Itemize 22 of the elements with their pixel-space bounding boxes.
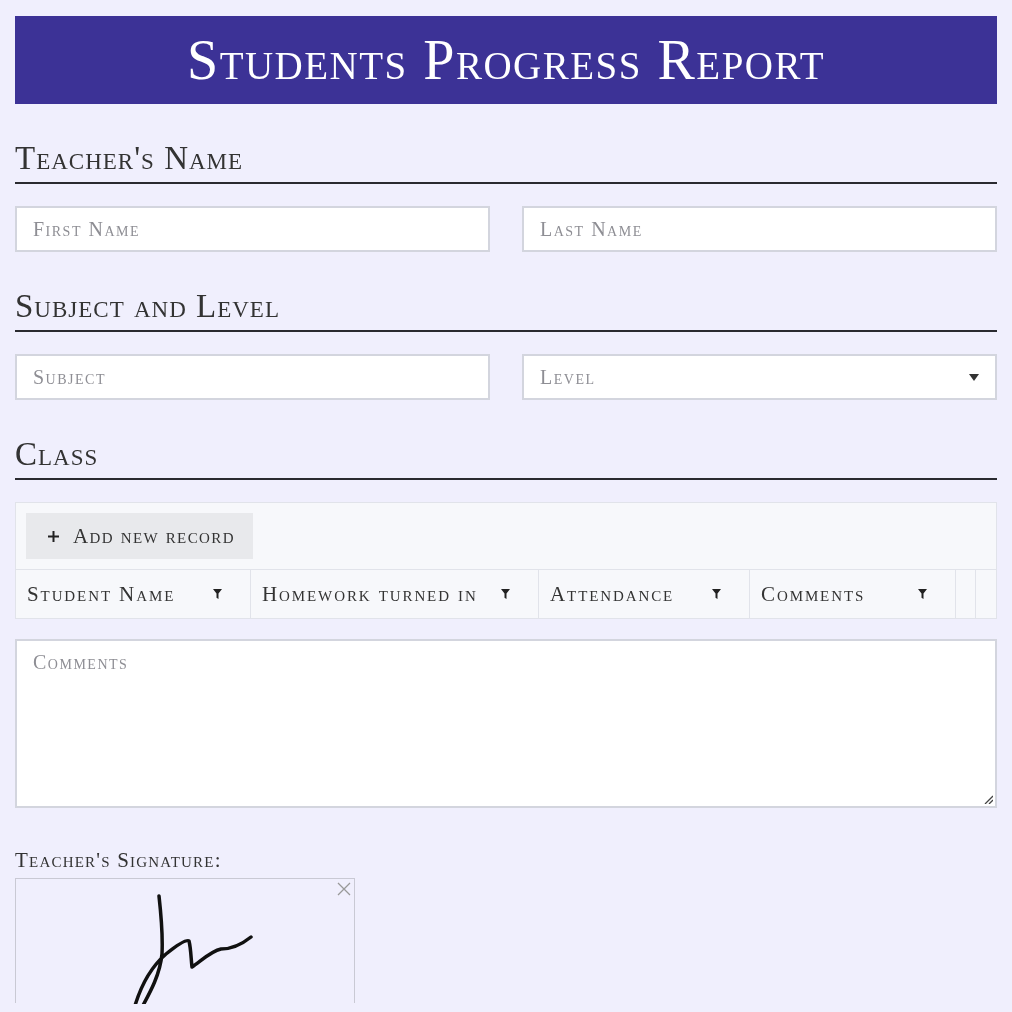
page-title: Students Progress Report [187,32,825,88]
column-header[interactable]: Comments [750,570,956,618]
section-heading: Teacher's Name [15,140,244,176]
column-header[interactable]: Homework turned in [251,570,539,618]
filter-icon[interactable] [712,589,721,599]
text-field[interactable]: Subject [15,354,490,400]
signature-label: Teacher's Signature: [15,848,222,872]
filter-icon[interactable] [213,589,222,599]
column-header[interactable]: Attendance [539,570,750,618]
add-record-button[interactable]: Add new record [26,513,253,559]
resize-handle-icon[interactable] [984,795,993,804]
filter-icon[interactable] [918,589,927,599]
text-field[interactable]: First Name [15,206,490,252]
section-heading: Class [15,436,99,472]
comments-field[interactable]: Comments [15,639,997,808]
caret-icon [969,373,979,381]
section-heading: Subject and Level [15,288,280,324]
signature-pad[interactable] [15,878,355,1003]
plus-icon [48,530,59,542]
filter-icon[interactable] [501,589,510,599]
text-field[interactable]: Last Name [522,206,997,252]
column-header[interactable]: Student Name [16,570,251,618]
